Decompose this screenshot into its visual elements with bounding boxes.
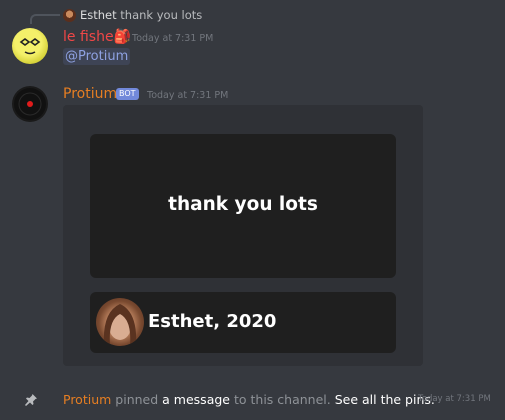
bot-badge: BOT (116, 88, 139, 100)
message-author[interactable]: le fishe🎒 (63, 29, 131, 45)
quote-text: thank you lots (168, 194, 318, 215)
pin-author[interactable]: Protium (63, 392, 111, 407)
reply-preview[interactable]: Esthet thank you lots (80, 8, 202, 22)
message-timestamp[interactable]: Today at 7:31 PM (147, 90, 228, 101)
message-author[interactable]: Protium (63, 86, 117, 102)
message-timestamp[interactable]: Today at 7:31 PM (132, 33, 213, 44)
author-name[interactable]: le fishe (63, 29, 114, 45)
user-mention[interactable]: @Protium (63, 48, 131, 65)
avatar[interactable] (12, 86, 48, 122)
reply-connector (30, 14, 60, 24)
attribution-text: Esthet, 2020 (148, 311, 277, 332)
pin-text-pinned: pinned (115, 392, 159, 407)
author-emoji: 🎒 (113, 29, 131, 45)
avatar[interactable] (12, 28, 48, 64)
reply-avatar[interactable] (63, 9, 76, 22)
system-message: Protium pinned a message to this channel… (63, 392, 435, 407)
author-photo (96, 298, 144, 346)
reply-text: thank you lots (120, 8, 203, 22)
pin-icon (24, 392, 38, 406)
pinned-message-link[interactable]: a message (162, 392, 230, 407)
pin-text-channel: to this channel. (233, 392, 331, 407)
message-timestamp[interactable]: Today at 7:31 PM (418, 394, 491, 404)
reply-author[interactable]: Esthet (80, 8, 117, 22)
